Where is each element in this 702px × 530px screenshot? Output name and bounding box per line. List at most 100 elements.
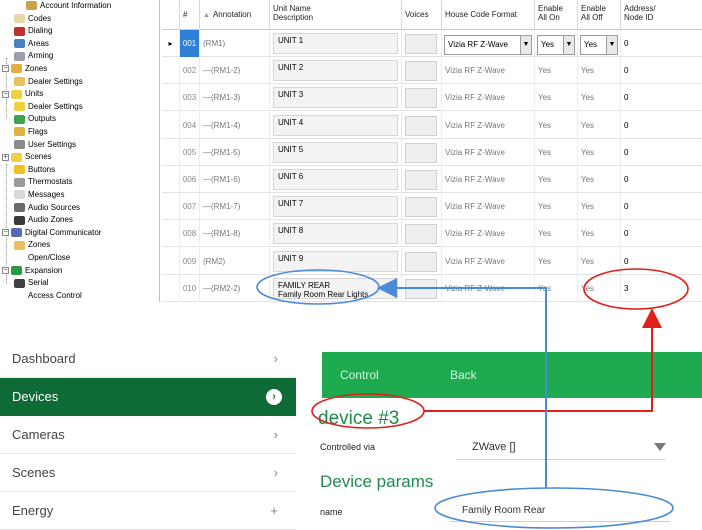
col-annotation-header[interactable]: ▲ Annotation bbox=[200, 0, 270, 30]
cell-annotation[interactable]: —(RM1-5) bbox=[200, 138, 270, 166]
enable-all-on-dropdown[interactable]: Yes ▼ bbox=[537, 35, 575, 55]
cell-number[interactable]: 005 bbox=[180, 138, 200, 166]
cell-annotation[interactable]: —(RM1-6) bbox=[200, 166, 270, 193]
cell-unit-name[interactable]: UNIT 9 bbox=[270, 247, 402, 275]
cell-address[interactable]: 0 bbox=[621, 139, 702, 166]
sidebar-item-scenes[interactable]: Scenes › bbox=[0, 454, 296, 492]
cell-enable-all-on[interactable]: Yes bbox=[535, 111, 578, 139]
cell-number[interactable]: 010 bbox=[180, 274, 200, 302]
col-unit-name-header[interactable]: Unit Name Description bbox=[270, 0, 402, 30]
cell-number[interactable]: 003 bbox=[180, 84, 200, 112]
tree-item[interactable]: Thermostats bbox=[14, 177, 72, 187]
tree-item[interactable]: Flags bbox=[14, 127, 48, 137]
voices-button[interactable] bbox=[405, 251, 437, 272]
table-row[interactable]: 005 —(RM1-5) UNIT 5 Vizia RF Z-Wave Yes Yes 0 bbox=[162, 138, 702, 166]
cell-enable-all-on[interactable]: Yes bbox=[535, 138, 578, 166]
cell-address[interactable]: 0 bbox=[621, 166, 702, 193]
row-selector[interactable] bbox=[162, 220, 180, 248]
cell-unit-name[interactable]: UNIT 3 bbox=[270, 84, 402, 112]
cell-unit-name[interactable]: FAMILY REAR Family Room Rear Lights bbox=[270, 274, 402, 302]
voices-button[interactable] bbox=[405, 224, 437, 245]
cell-number[interactable]: 007 bbox=[180, 193, 200, 221]
cell-voices[interactable] bbox=[402, 247, 442, 275]
cell-annotation[interactable]: —(RM1-8) bbox=[200, 220, 270, 248]
col-voices-header[interactable]: Voices bbox=[402, 0, 442, 30]
cell-unit-name[interactable]: UNIT 7 bbox=[270, 193, 402, 221]
unit-name-field[interactable]: UNIT 4 bbox=[273, 114, 398, 136]
dropdown-arrow-icon[interactable]: ▼ bbox=[606, 36, 617, 54]
table-row[interactable]: 004 —(RM1-4) UNIT 4 Vizia RF Z-Wave Yes Yes 0 bbox=[162, 111, 702, 139]
cell-address[interactable]: 0 bbox=[621, 248, 702, 275]
row-selector[interactable] bbox=[162, 166, 180, 193]
tree-item[interactable]: + Scenes bbox=[2, 152, 52, 162]
cell-enable-all-off[interactable]: Yes bbox=[578, 138, 621, 166]
cell-number[interactable]: 001 bbox=[180, 30, 200, 57]
collapse-icon[interactable]: − bbox=[2, 65, 9, 73]
cell-enable-all-off[interactable]: Yes bbox=[578, 166, 621, 193]
cell-number[interactable]: 009 bbox=[180, 247, 200, 275]
table-row[interactable]: 003 —(RM1-3) UNIT 3 Vizia RF Z-Wave Yes Yes 0 bbox=[162, 84, 702, 112]
dropdown-arrow-icon[interactable]: ▼ bbox=[520, 36, 531, 54]
row-selector[interactable] bbox=[162, 138, 180, 166]
tree-item[interactable]: Serial bbox=[14, 278, 48, 288]
cell-enable-all-on[interactable]: Yes bbox=[535, 274, 578, 302]
cell-address[interactable]: 0 bbox=[621, 84, 702, 111]
cell-unit-name[interactable]: UNIT 1 bbox=[270, 30, 402, 57]
cell-address[interactable]: 0 bbox=[621, 30, 702, 57]
cell-enable-all-on[interactable]: Yes bbox=[535, 166, 578, 193]
cell-house-code[interactable]: Vizia RF Z-Wave bbox=[442, 166, 535, 193]
tree-item[interactable]: − Expansion bbox=[2, 266, 62, 276]
cell-enable-all-off[interactable]: Yes bbox=[578, 274, 621, 302]
cell-number[interactable]: 008 bbox=[180, 220, 200, 248]
cell-annotation[interactable]: —(RM1-3) bbox=[200, 84, 270, 112]
tree-item[interactable]: − Digital Communicator bbox=[2, 228, 101, 238]
cell-voices[interactable] bbox=[402, 84, 442, 112]
voices-button[interactable] bbox=[405, 34, 437, 54]
tree-item[interactable]: Access Control bbox=[14, 291, 82, 301]
tree-item[interactable]: − Units bbox=[2, 89, 43, 99]
cell-house-code[interactable]: Vizia RF Z-Wave bbox=[442, 111, 535, 139]
cell-enable-all-on[interactable]: Yes bbox=[535, 193, 578, 221]
cell-unit-name[interactable]: UNIT 4 bbox=[270, 111, 402, 139]
tree-item[interactable]: Arming bbox=[14, 51, 53, 61]
cell-voices[interactable] bbox=[402, 274, 442, 302]
sidebar-item-devices[interactable]: Devices › bbox=[0, 378, 296, 416]
tree-item[interactable]: Codes bbox=[14, 14, 51, 24]
device-name-input[interactable] bbox=[450, 500, 670, 522]
cell-house-code[interactable]: Vizia RF Z-Wave bbox=[442, 193, 535, 221]
col-address-header[interactable]: Address/Node ID bbox=[621, 0, 702, 30]
cell-voices[interactable] bbox=[402, 166, 442, 193]
cell-voices[interactable] bbox=[402, 138, 442, 166]
unit-name-field[interactable]: UNIT 8 bbox=[273, 223, 398, 245]
cell-enable-all-on[interactable]: Yes ▼ bbox=[535, 30, 578, 57]
sidebar-item-dashboard[interactable]: Dashboard › bbox=[0, 340, 296, 378]
table-row[interactable]: 002 —(RM1-2) UNIT 2 Vizia RF Z-Wave Yes Yes 0 bbox=[162, 57, 702, 85]
row-selector[interactable] bbox=[162, 274, 180, 302]
voices-button[interactable] bbox=[405, 170, 437, 190]
cell-enable-all-off[interactable]: Yes bbox=[578, 220, 621, 248]
cell-voices[interactable] bbox=[402, 193, 442, 221]
cell-house-code[interactable]: Vizia RF Z-Wave bbox=[442, 247, 535, 275]
row-selector[interactable] bbox=[162, 57, 180, 85]
cell-enable-all-off[interactable]: Yes ▼ bbox=[578, 30, 621, 57]
dropdown-arrow-icon[interactable]: ▼ bbox=[563, 36, 574, 54]
sidebar-item-cameras[interactable]: Cameras › bbox=[0, 416, 296, 454]
row-pointer-icon[interactable]: ▸ bbox=[162, 30, 180, 57]
nav-back-link[interactable]: Back bbox=[450, 352, 477, 398]
cell-unit-name[interactable]: UNIT 5 bbox=[270, 138, 402, 166]
unit-name-field[interactable]: FAMILY REAR Family Room Rear Lights bbox=[273, 277, 398, 299]
cell-annotation[interactable]: —(RM1-4) bbox=[200, 111, 270, 139]
table-row[interactable]: 009 (RM2) UNIT 9 Vizia RF Z-Wave Yes Yes 0 bbox=[162, 247, 702, 275]
tree-item[interactable]: Account Information bbox=[26, 1, 111, 11]
sidebar-item-energy[interactable]: Energy + bbox=[0, 492, 296, 530]
tree-item[interactable]: Dealer Settings bbox=[14, 102, 83, 112]
voices-button[interactable] bbox=[405, 197, 437, 218]
cell-house-code[interactable]: Vizia RF Z-Wave bbox=[442, 274, 535, 302]
unit-name-field[interactable]: UNIT 2 bbox=[273, 60, 398, 82]
cell-address[interactable]: 0 bbox=[621, 112, 702, 139]
cell-house-code[interactable]: Vizia RF Z-Wave ▼ bbox=[442, 30, 535, 57]
cell-voices[interactable] bbox=[402, 30, 442, 57]
cell-enable-all-off[interactable]: Yes bbox=[578, 84, 621, 112]
cell-number[interactable]: 006 bbox=[180, 166, 200, 193]
tree-item[interactable]: Messages bbox=[14, 190, 64, 200]
